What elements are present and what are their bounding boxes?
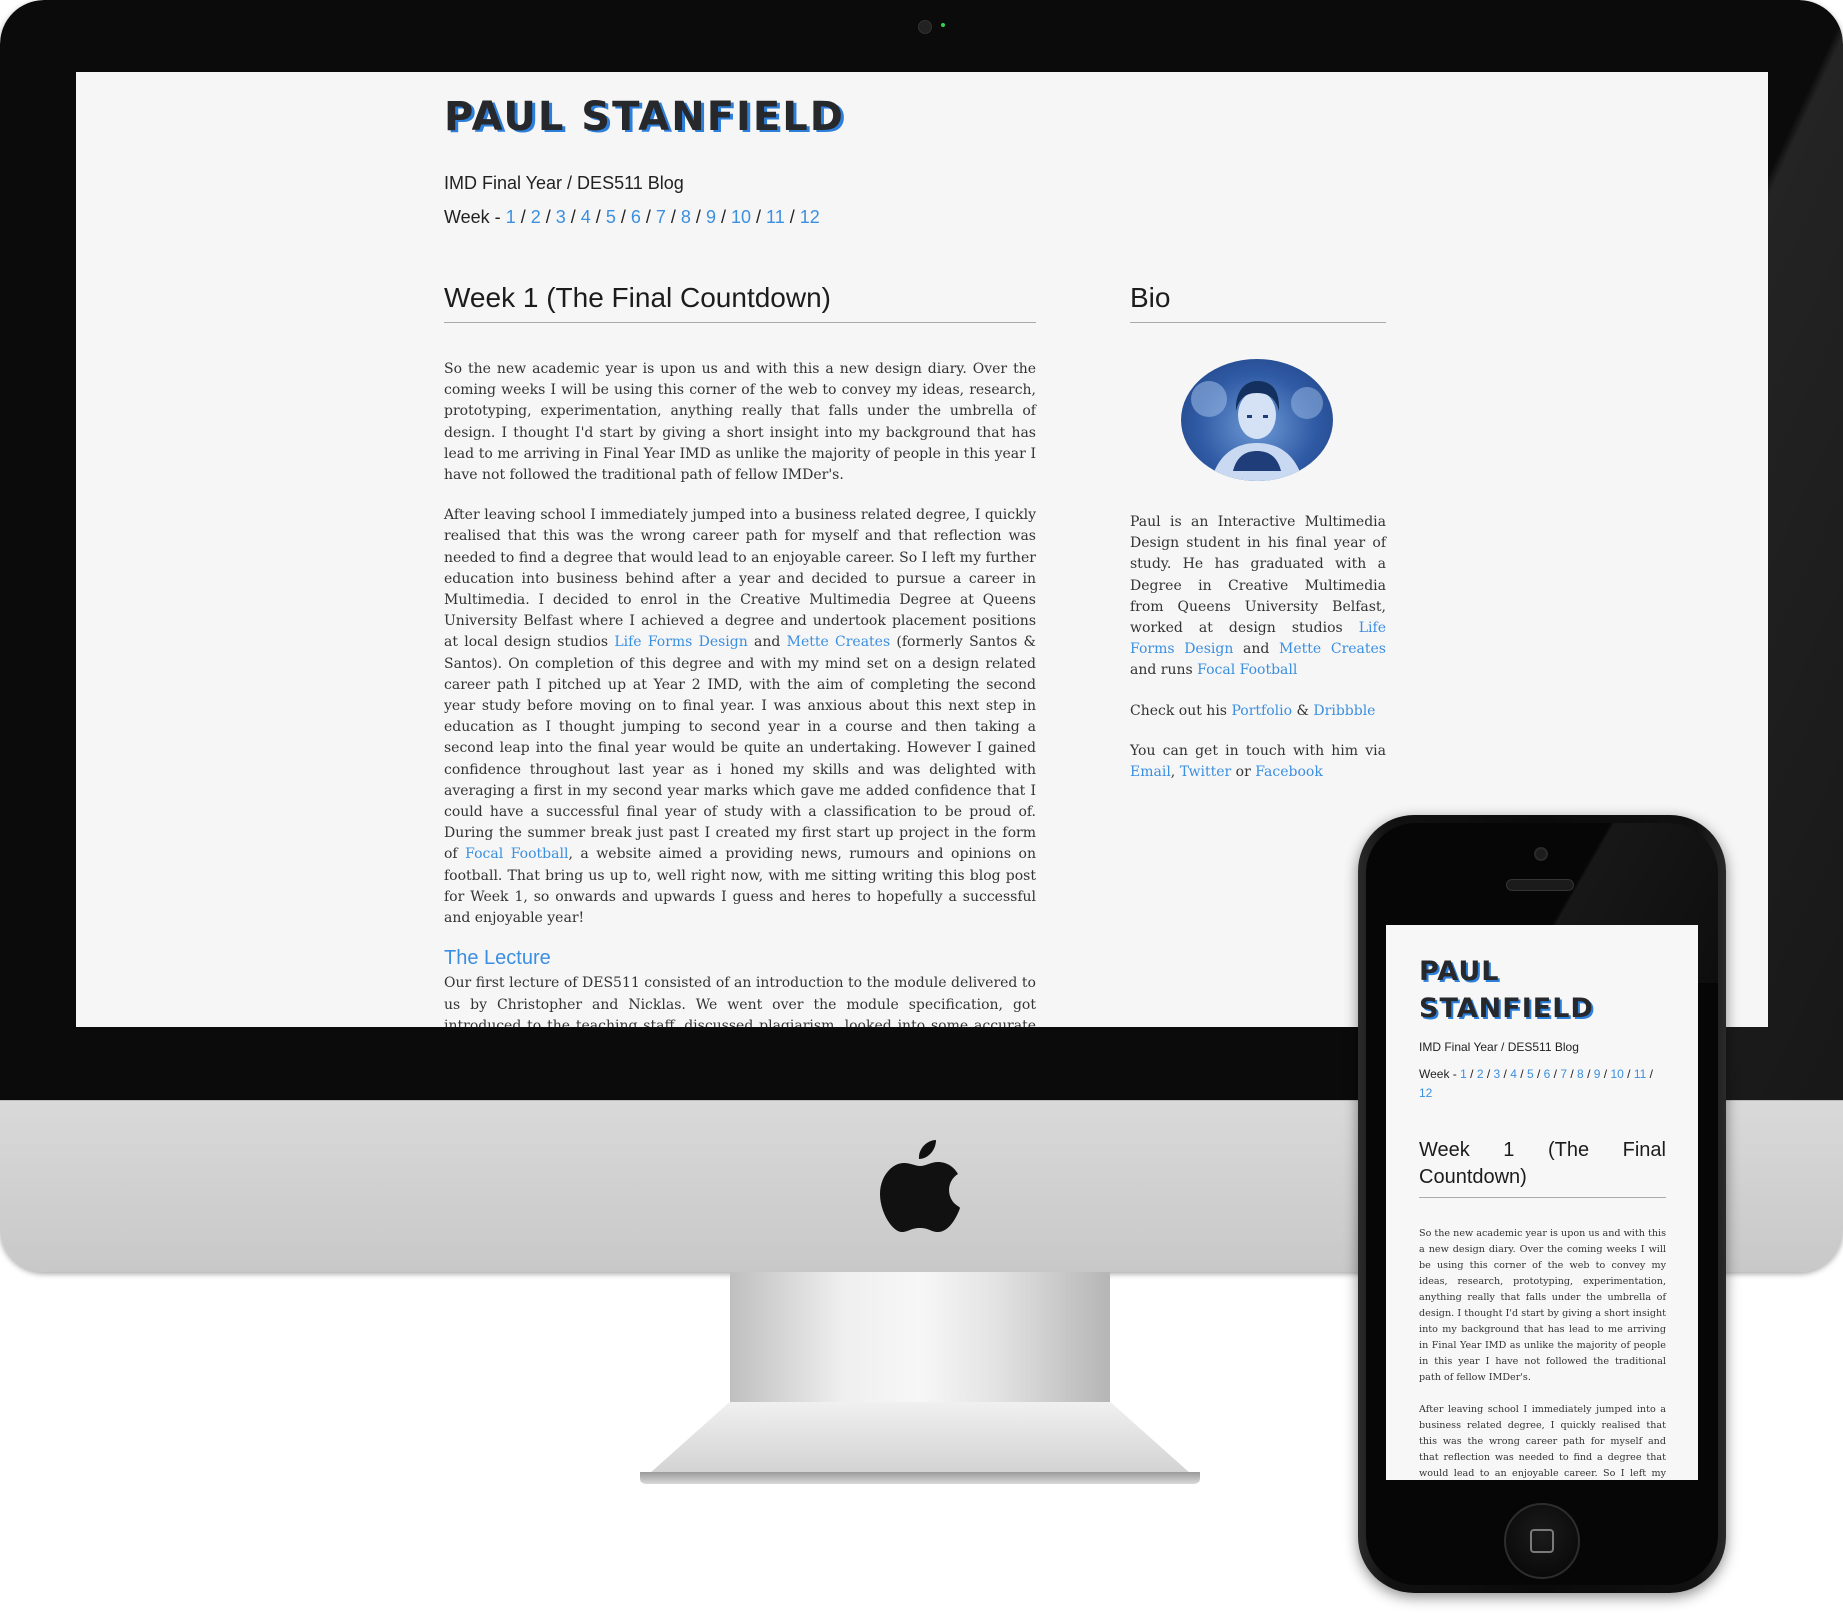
stand-base bbox=[640, 1402, 1200, 1482]
focal-football-link[interactable]: Focal Football bbox=[465, 846, 568, 862]
week-link-7[interactable]: 7 bbox=[656, 207, 666, 227]
bio-paragraph-contact: You can get in touch with him via Email,… bbox=[1130, 742, 1386, 781]
post-paragraph-1: So the new academic year is upon us and … bbox=[444, 361, 1036, 484]
speaker-icon bbox=[1506, 879, 1574, 891]
week-link-3[interactable]: 3 bbox=[556, 207, 566, 227]
apple-logo-icon bbox=[880, 1140, 960, 1232]
facebook-link[interactable]: Facebook bbox=[1255, 764, 1323, 780]
week-nav: Week - 1 / 2 / 3 / 4 / 5 / 6 / 7 / 8 / 9… bbox=[444, 207, 820, 227]
bio-paragraph-about: Paul is an Interactive Multimedia Design… bbox=[1130, 514, 1386, 679]
home-button-icon[interactable] bbox=[1504, 1503, 1580, 1579]
life-forms-design-link[interactable]: Life Forms Design bbox=[614, 634, 747, 650]
mette-creates-link[interactable]: Mette Creates bbox=[787, 634, 891, 650]
home-button-square bbox=[1530, 1529, 1554, 1553]
mobile-week-link-4[interactable]: 4 bbox=[1510, 1067, 1517, 1081]
bio-paragraph-portfolio: Check out his Portfolio & Dribbble bbox=[1130, 702, 1376, 719]
mobile-week-link-8[interactable]: 8 bbox=[1577, 1067, 1584, 1081]
section-heading-lecture: The Lecture bbox=[444, 947, 551, 970]
mobile-post-title: Week 1 (The Final Countdown) bbox=[1419, 1137, 1666, 1198]
post-title: Week 1 (The Final Countdown) bbox=[444, 282, 1036, 323]
mobile-site-title[interactable]: PAUL STANFIELD bbox=[1419, 953, 1669, 1027]
mobile-week-link-9[interactable]: 9 bbox=[1594, 1067, 1601, 1081]
email-link[interactable]: Email bbox=[1130, 764, 1171, 780]
mobile-week-link-6[interactable]: 6 bbox=[1544, 1067, 1551, 1081]
mobile-week-link-12[interactable]: 12 bbox=[1419, 1086, 1432, 1100]
stand-neck bbox=[730, 1272, 1110, 1422]
dribbble-link[interactable]: Dribbble bbox=[1313, 703, 1375, 719]
week-link-6[interactable]: 6 bbox=[631, 207, 641, 227]
mobile-screen: PAUL STANFIELD IMD Final Year / DES511 B… bbox=[1386, 925, 1698, 1480]
bio-mette-creates-link[interactable]: Mette Creates bbox=[1279, 641, 1386, 657]
mobile-week-link-3[interactable]: 3 bbox=[1494, 1067, 1501, 1081]
mobile-week-link-1[interactable]: 1 bbox=[1460, 1067, 1467, 1081]
mobile-week-nav: Week - 1 / 2 / 3 / 4 / 5 / 6 / 7 / 8 / 9… bbox=[1419, 1067, 1653, 1100]
mobile-week-link-2[interactable]: 2 bbox=[1477, 1067, 1484, 1081]
mobile-week-link-5[interactable]: 5 bbox=[1527, 1067, 1534, 1081]
mobile-week-link-11[interactable]: 11 bbox=[1634, 1067, 1646, 1081]
mobile-post-paragraph-2: After leaving school I immediately jumpe… bbox=[1419, 1404, 1666, 1479]
camera-led bbox=[941, 23, 945, 27]
week-link-4[interactable]: 4 bbox=[581, 207, 591, 227]
bio-text: Paul is an Interactive Multimedia Design… bbox=[1130, 512, 1386, 802]
webcam-icon bbox=[918, 20, 932, 34]
imac-stand bbox=[640, 1272, 1200, 1484]
site-title[interactable]: PAUL STANFIELD bbox=[444, 94, 845, 140]
front-camera-icon bbox=[1534, 847, 1548, 861]
mobile-week-link-10[interactable]: 10 bbox=[1610, 1067, 1623, 1081]
mobile-site-subtitle: IMD Final Year / DES511 Blog bbox=[1419, 1040, 1579, 1054]
post-paragraph-3: Our first lecture of DES511 consisted of… bbox=[444, 975, 1036, 1027]
mobile-week-link-7[interactable]: 7 bbox=[1560, 1067, 1567, 1081]
post-body: So the new academic year is upon us and … bbox=[444, 359, 1036, 1027]
week-link-5[interactable]: 5 bbox=[606, 207, 616, 227]
week-link-9[interactable]: 9 bbox=[706, 207, 716, 227]
week-link-2[interactable]: 2 bbox=[531, 207, 541, 227]
avatar-photo bbox=[1191, 381, 1323, 481]
week-link-8[interactable]: 8 bbox=[681, 207, 691, 227]
week-link-11[interactable]: 11 bbox=[766, 207, 785, 227]
avatar bbox=[1181, 359, 1333, 481]
week-link-12[interactable]: 12 bbox=[800, 207, 820, 227]
week-link-1[interactable]: 1 bbox=[506, 207, 516, 227]
mobile-post-paragraph-1: So the new academic year is upon us and … bbox=[1419, 1228, 1666, 1383]
site-subtitle: IMD Final Year / DES511 Blog bbox=[444, 173, 684, 193]
stand-foot bbox=[640, 1472, 1200, 1484]
bio-title: Bio bbox=[1130, 282, 1386, 323]
mobile-post-body: So the new academic year is upon us and … bbox=[1419, 1226, 1666, 1480]
iphone-frame: PAUL STANFIELD IMD Final Year / DES511 B… bbox=[1358, 815, 1726, 1593]
twitter-link[interactable]: Twitter bbox=[1180, 764, 1232, 780]
week-link-10[interactable]: 10 bbox=[731, 207, 751, 227]
week-nav-label: Week - bbox=[444, 207, 506, 227]
post-paragraph-2: After leaving school I immediately jumpe… bbox=[444, 507, 1036, 927]
portfolio-link[interactable]: Portfolio bbox=[1231, 703, 1292, 719]
bio-focal-football-link[interactable]: Focal Football bbox=[1197, 662, 1297, 678]
